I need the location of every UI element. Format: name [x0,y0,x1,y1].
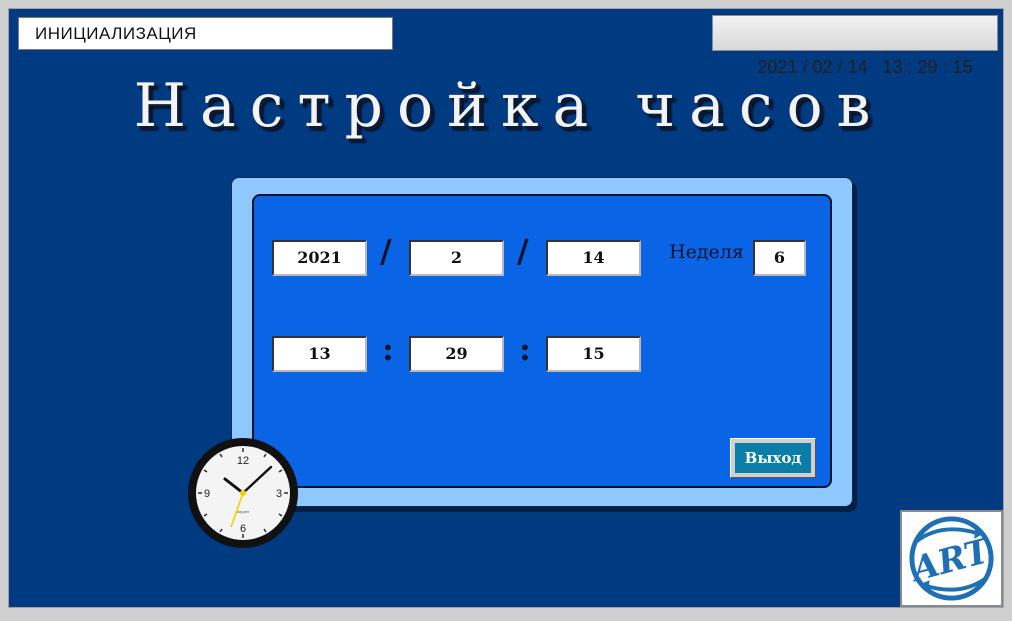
current-datetime-display: 2021 / 02 / 14 13 : 29 : 15 [712,15,998,77]
time-separator-1: : [382,330,394,368]
hmi-screen: ИНИЦИАЛИЗАЦИЯ 2021 / 02 / 14 13 : 29 : 1… [8,8,1004,608]
clock-settings-panel: 2021 / 2 / 14 Неделя 6 13 : 29 : 15 Выхо… [231,177,853,507]
status-display: ИНИЦИАЛИЗАЦИЯ [18,17,393,50]
company-logo: ART [900,510,1003,607]
page-title: Настройка часов [133,71,885,141]
time-separator-2: : [519,330,531,368]
clock-numeral-6: 6 [240,523,246,535]
clock-numeral-9: 9 [204,488,210,500]
week-label: Неделя [669,241,744,263]
clock-numeral-12: 12 [237,455,249,467]
week-input[interactable]: 6 [753,240,806,276]
status-text: ИНИЦИАЛИЗАЦИЯ [35,24,197,43]
month-input[interactable]: 2 [409,240,504,276]
exit-button[interactable]: Выход [730,438,816,478]
hour-input[interactable]: 13 [272,336,367,372]
clock-settings-inner-panel: 2021 / 2 / 14 Неделя 6 13 : 29 : 15 Выхо… [252,194,832,488]
art-logo-icon: ART [905,516,997,601]
analog-clock-icon: 12 3 6 9 anpper [188,438,298,548]
exit-button-label: Выход [735,443,811,473]
clock-brand: anpper [237,509,250,514]
second-input[interactable]: 15 [546,336,641,372]
year-input[interactable]: 2021 [272,240,367,276]
clock-center [240,490,246,496]
date-separator-2: / [517,232,529,270]
clock-numeral-3: 3 [276,488,282,500]
date-separator-1: / [380,232,392,270]
day-input[interactable]: 14 [546,240,641,276]
minute-input[interactable]: 29 [409,336,504,372]
